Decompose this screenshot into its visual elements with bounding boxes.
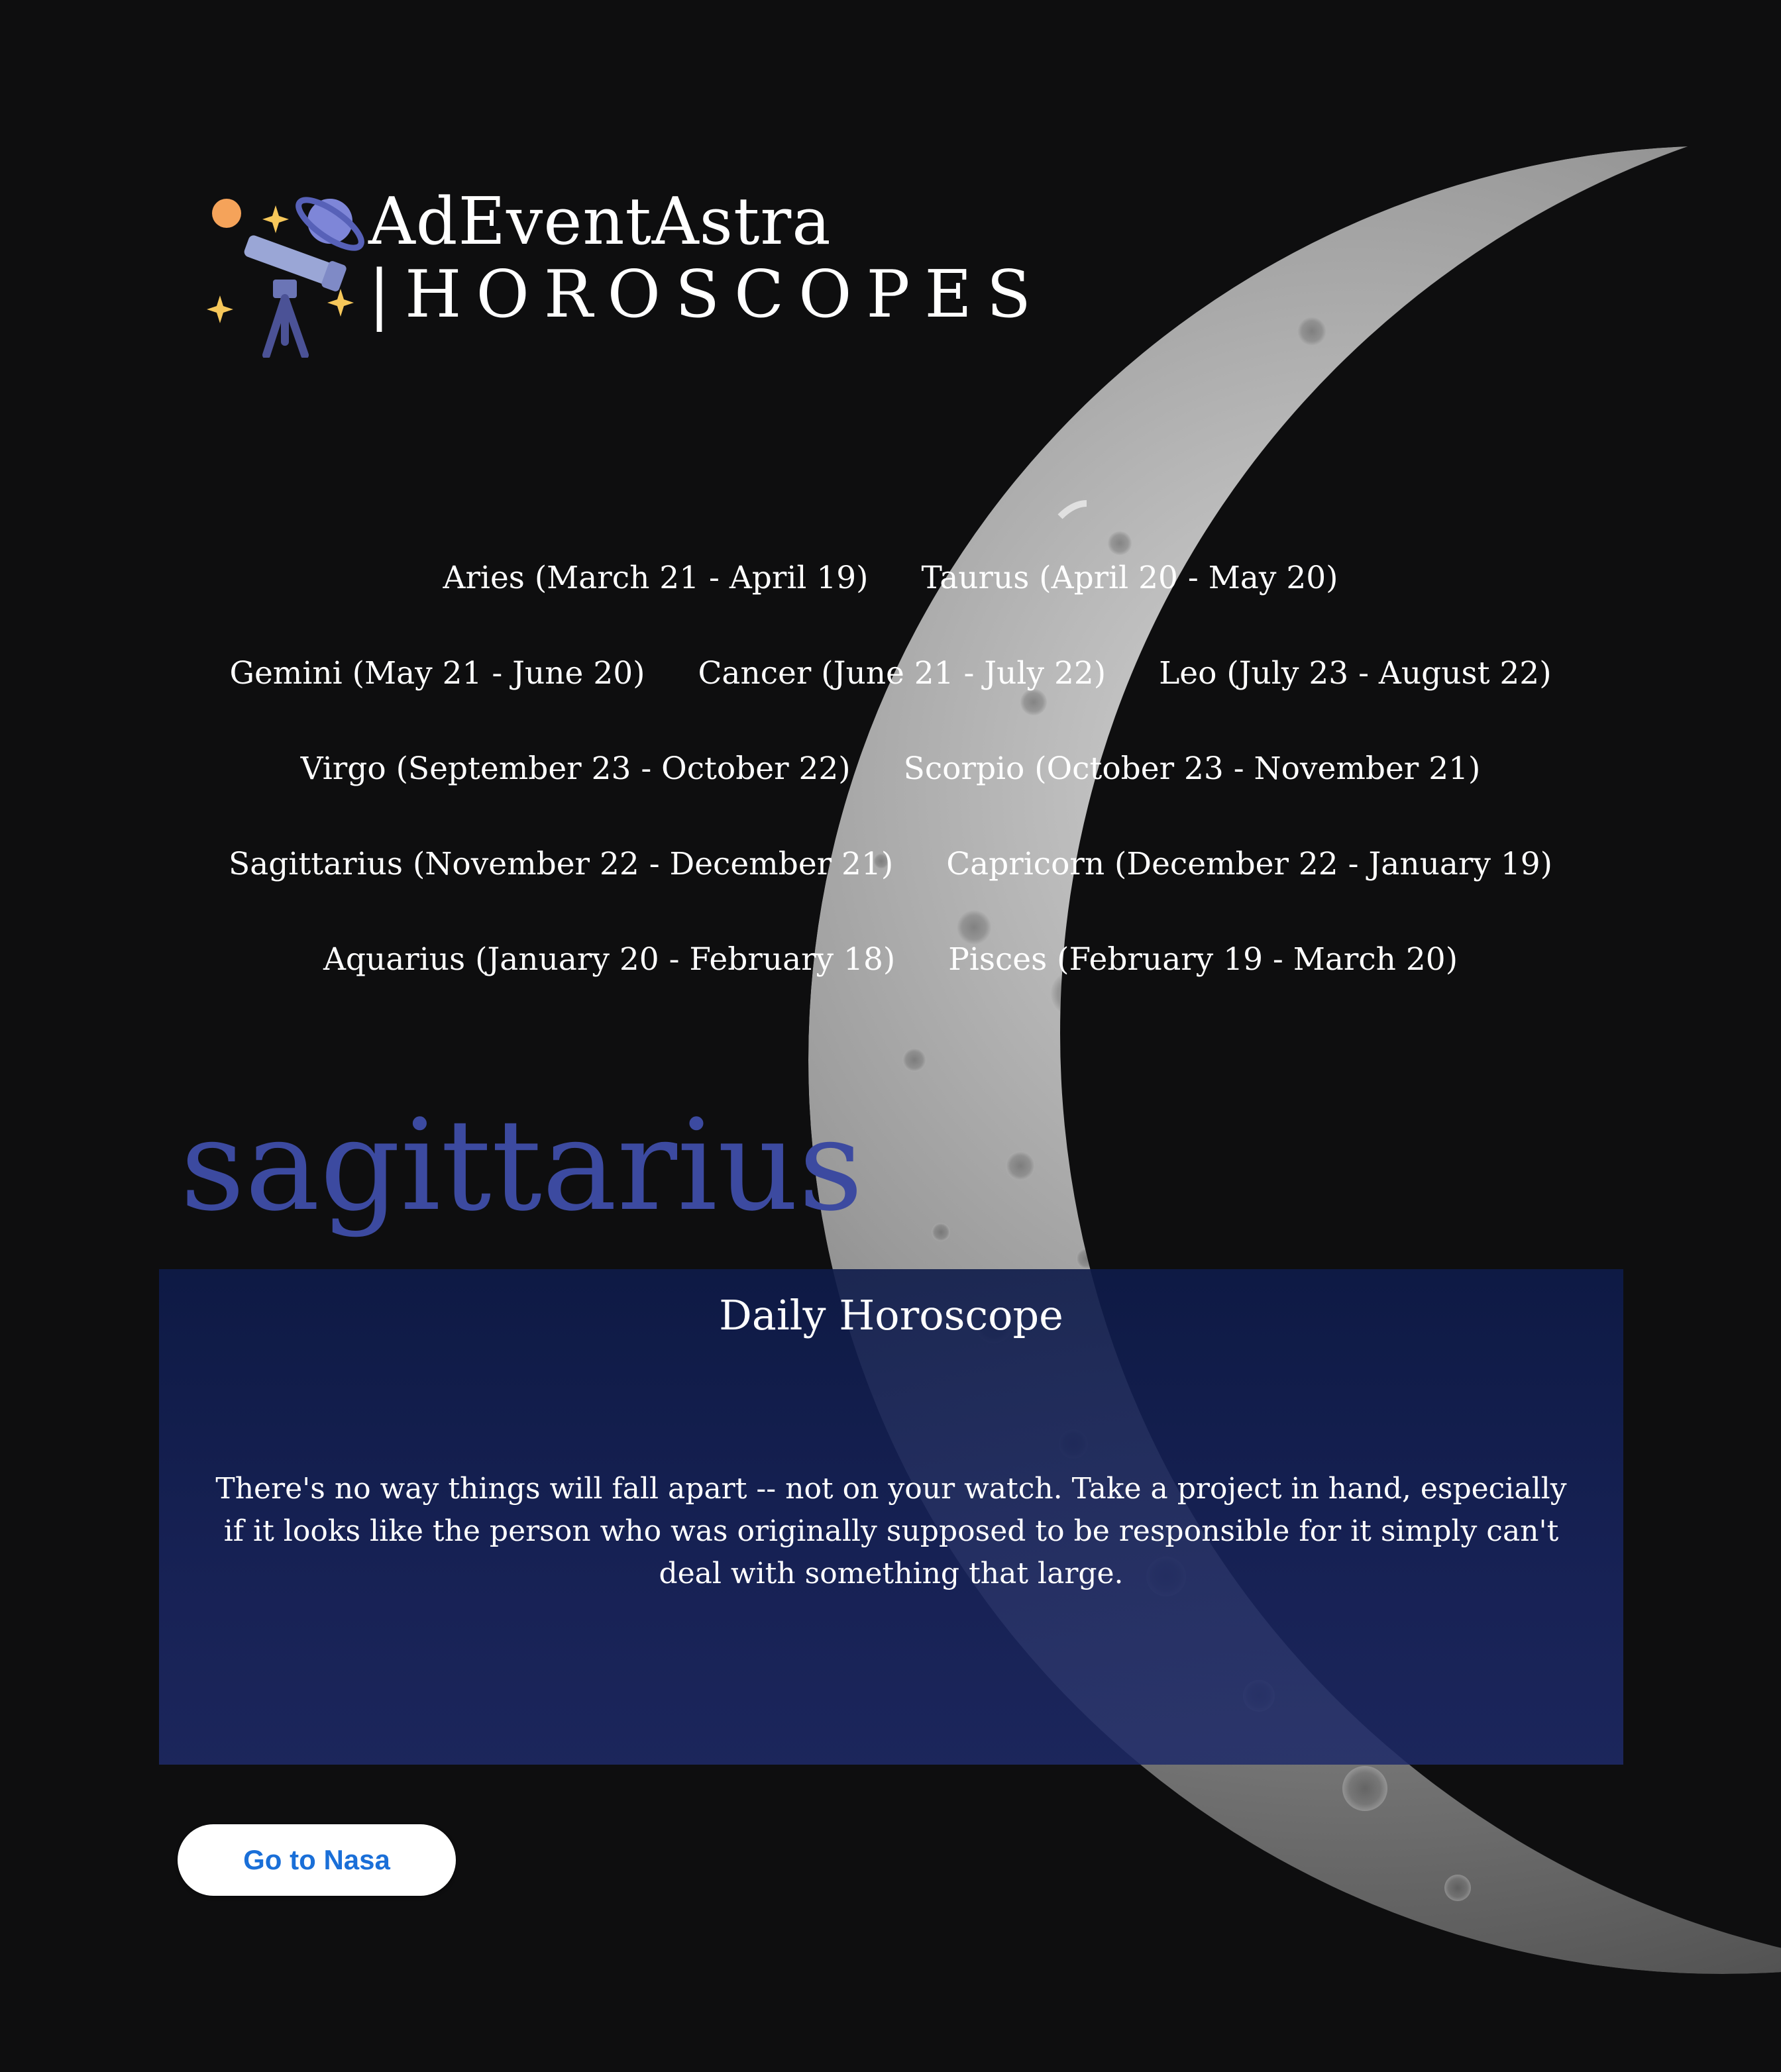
- sign-link-capricorn[interactable]: Capricorn (December 22 - January 19): [946, 846, 1552, 882]
- sign-row: Aries (March 21 - April 19) Taurus (Apri…: [0, 530, 1781, 625]
- sign-link-sagittarius[interactable]: Sagittarius (November 22 - December 21): [229, 846, 893, 882]
- go-to-nasa-button[interactable]: Go to Nasa: [178, 1824, 456, 1896]
- brand-title: AdEventAstra: [368, 184, 832, 260]
- sign-link-gemini[interactable]: Gemini (May 21 - June 20): [229, 655, 645, 692]
- sign-link-pisces[interactable]: Pisces (February 19 - March 20): [948, 941, 1458, 978]
- brand-subtitle: |HOROSCOPES: [368, 257, 1046, 333]
- site-brand: AdEventAstra |HOROSCOPES: [368, 185, 1046, 331]
- sign-row: Aquarius (January 20 - February 18) Pisc…: [0, 911, 1781, 1007]
- sign-link-aquarius[interactable]: Aquarius (January 20 - February 18): [323, 941, 895, 978]
- zodiac-sign-nav: Aries (March 21 - April 19) Taurus (Apri…: [0, 530, 1781, 1007]
- sign-link-leo[interactable]: Leo (July 23 - August 22): [1159, 655, 1551, 692]
- sign-link-taurus[interactable]: Taurus (April 20 - May 20): [922, 560, 1338, 596]
- panel-title: Daily Horoscope: [719, 1291, 1063, 1339]
- sign-link-scorpio[interactable]: Scorpio (October 23 - November 21): [904, 751, 1481, 787]
- selected-sign-heading: sagittarius: [180, 1092, 863, 1239]
- sign-link-aries[interactable]: Aries (March 21 - April 19): [443, 560, 869, 596]
- sign-row: Virgo (September 23 - October 22) Scorpi…: [0, 721, 1781, 816]
- daily-horoscope-panel: Daily Horoscope There's no way things wi…: [159, 1269, 1623, 1765]
- telescope-planets-icon: [207, 189, 366, 359]
- sign-link-virgo[interactable]: Virgo (September 23 - October 22): [301, 751, 851, 787]
- horoscope-text: There's no way things will fall apart --…: [215, 1472, 1567, 1590]
- sign-row: Gemini (May 21 - June 20) Cancer (June 2…: [0, 625, 1781, 721]
- sign-row: Sagittarius (November 22 - December 21) …: [0, 816, 1781, 911]
- sign-link-cancer[interactable]: Cancer (June 21 - July 22): [698, 655, 1106, 692]
